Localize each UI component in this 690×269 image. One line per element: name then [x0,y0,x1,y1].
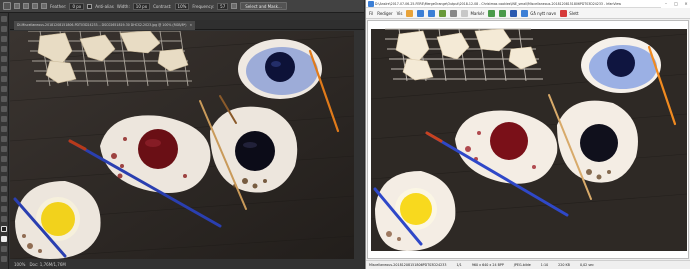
forward-arrow-icon[interactable] [428,9,436,17]
lasso-tool-icon[interactable] [3,2,11,10]
status-time: 0,02 sec [579,263,594,267]
width-field[interactable]: 10 px [132,2,151,10]
viewer-toolbar: Fil Rediger Vis Markér Gå nytt navn Slet… [366,8,690,19]
rotate-left-icon[interactable] [488,9,496,17]
rename-icon [521,9,529,17]
zoom-tool-icon[interactable] [1,206,7,212]
status-filesize: 220 KB [558,263,570,267]
marker-button[interactable]: Markér [461,9,485,17]
more-tools-icon[interactable] [1,216,7,222]
delete-label: Slett [569,10,579,16]
document-tab-title: DI-Miscellaneous-20181208151806-PDT03D24… [17,23,187,27]
select-and-mask-button[interactable]: Select and Mask... [240,2,287,10]
doc-size-readout: Doc: 1,76M/1,76M [29,262,66,267]
history-brush-tool-icon[interactable] [1,106,7,112]
editor-status-bar: 100% Doc: 1,76M/1,76M [10,260,364,269]
viewer-title-bar: D:\AnsIre\2017-07-06-25-FERE\MergeOrange… [366,0,690,8]
image-viewer-window: D:\AnsIre\2017-07-06-25-FERE\MergeOrange… [365,0,690,269]
intersect-selection-icon[interactable] [41,3,47,9]
background-color-swatch[interactable] [1,236,7,242]
blur-tool-icon[interactable] [1,136,7,142]
type-tool-icon[interactable] [1,166,7,172]
pen-tool-icon[interactable] [1,156,7,162]
stamp-tool-icon[interactable] [1,96,7,102]
marquee-tool-icon[interactable] [1,26,7,32]
add-selection-icon[interactable] [23,3,29,9]
pen-pressure-icon[interactable] [231,3,238,9]
delete-icon [560,9,568,17]
anti-alias-checkbox[interactable] [87,3,93,9]
delete-button[interactable]: Slett [560,9,579,17]
subtract-selection-icon[interactable] [32,3,38,9]
contrast-field[interactable]: 10% [174,2,190,10]
marker-label: Markér [470,10,485,16]
close-tab-icon[interactable]: × [190,21,193,30]
status-dimensions: 960 x 640 x 24 BPP [471,263,504,267]
new-selection-icon[interactable] [14,3,20,9]
screen-mode-icon[interactable] [1,256,7,262]
status-filename: Miscellaneous-20181208151806PDT03D24233 [369,263,447,267]
menu-view[interactable]: Vis [397,11,403,16]
rename-button[interactable]: Gå nytt navn [521,9,557,17]
save-icon[interactable] [439,9,447,17]
dodge-tool-icon[interactable] [1,146,7,152]
menu-edit[interactable]: Rediger [377,11,392,16]
photo-editor-window: Feather: 0 px Anti-alias Width: 10 px Co… [0,0,364,269]
status-type: JPEG-bilde [513,263,531,267]
menu-file[interactable]: Fil [369,11,373,16]
editor-canvas[interactable] [10,31,354,259]
contrast-label: Contrast: [153,3,172,9]
feather-field[interactable]: 0 px [69,2,85,10]
rename-label: Gå nytt navn [530,10,557,16]
brush-tool-icon[interactable] [1,86,7,92]
crop-tool-icon[interactable] [1,56,7,62]
status-zoom: 1:10 [540,263,549,267]
status-index: 1/1 [456,263,462,267]
print-icon[interactable] [510,9,518,17]
lasso-tool-icon[interactable] [1,36,7,42]
maximize-icon[interactable]: □ [671,0,681,8]
open-folder-icon[interactable] [406,9,414,17]
rotate-right-icon[interactable] [499,9,507,17]
hand-tool-icon[interactable] [1,196,7,202]
width-label: Width: [116,3,130,9]
settings-icon[interactable] [450,9,458,17]
tools-panel [0,13,9,269]
foreground-color-swatch[interactable] [1,226,7,232]
viewer-status-bar: Miscellaneous-20181208151806PDT03D24233 … [366,260,690,269]
zoom-readout[interactable]: 100% [14,260,25,269]
frequency-label: Frequency: [192,3,215,9]
shape-tool-icon[interactable] [1,186,7,192]
feather-label: Feather: [50,3,67,9]
quick-select-tool-icon[interactable] [1,46,7,52]
close-icon[interactable]: × [681,0,690,8]
minimize-icon[interactable]: – [661,0,671,8]
anti-alias-label: Anti-alias [95,3,114,9]
app-icon [368,1,374,7]
path-select-tool-icon[interactable] [1,176,7,182]
document-tab[interactable]: DI-Miscellaneous-20181208151806-PDT03D24… [14,21,196,30]
quick-mask-icon[interactable] [1,246,7,252]
frequency-field[interactable]: 57 [217,2,229,10]
back-arrow-icon[interactable] [417,9,425,17]
viewer-title: D:\AnsIre\2017-07-06-25-FERE\MergeOrange… [375,2,621,6]
editor-photo [10,31,354,259]
viewer-image-area[interactable] [367,20,689,259]
move-tool-icon[interactable] [1,16,7,22]
document-tab-bar: DI-Miscellaneous-20181208151806-PDT03D24… [10,20,364,30]
gradient-tool-icon[interactable] [1,126,7,132]
eyedropper-tool-icon[interactable] [1,66,7,72]
plate-navy-blue [238,39,322,99]
tool-options-bar: Feather: 0 px Anti-alias Width: 10 px Co… [0,0,364,13]
marker-icon [461,9,469,17]
eraser-tool-icon[interactable] [1,116,7,122]
viewer-photo [368,21,688,258]
window-controls: – □ × [661,0,690,8]
healing-tool-icon[interactable] [1,76,7,82]
